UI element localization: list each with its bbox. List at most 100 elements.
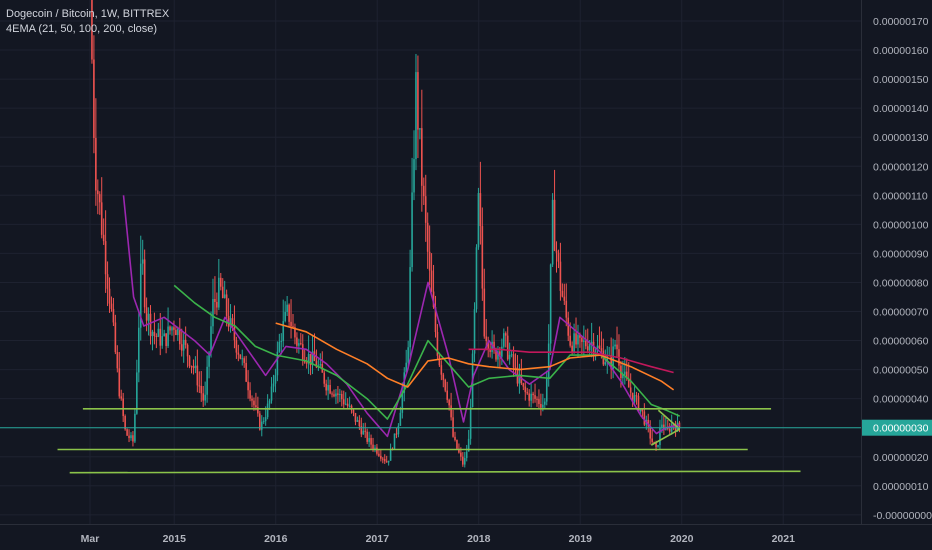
- candle-body: [378, 453, 380, 456]
- candle-body: [163, 333, 165, 337]
- candle-body: [147, 313, 150, 321]
- candle-body: [399, 412, 402, 426]
- candle-body: [561, 290, 564, 297]
- candle-body: [325, 383, 327, 391]
- candle-body: [286, 304, 288, 312]
- candle-body: [409, 267, 411, 348]
- candle-body: [288, 304, 290, 322]
- candle-body: [633, 395, 636, 402]
- candle-body: [280, 341, 283, 343]
- candle-body: [506, 335, 509, 360]
- candle-body: [456, 440, 458, 449]
- time-tick-label: 2018: [467, 533, 491, 545]
- candle-body: [118, 368, 121, 397]
- candle-body: [200, 385, 203, 394]
- candle-body: [169, 326, 171, 331]
- candle-body: [389, 448, 392, 461]
- candle-body: [387, 460, 390, 463]
- price-chart[interactable]: 0.00000170 0.00000160 0.00000150 0.00000140…: [0, 0, 932, 550]
- candle-body: [547, 343, 550, 379]
- candle-body: [188, 356, 191, 367]
- current-price-label: 0.00000030: [873, 423, 929, 435]
- candle-body: [534, 395, 536, 399]
- time-tick-label: 2021: [772, 533, 796, 545]
- candle-body: [251, 398, 253, 401]
- candle-body: [270, 386, 273, 401]
- candle-body: [604, 362, 607, 365]
- candle-body: [171, 327, 173, 331]
- candle-body: [237, 352, 240, 355]
- price-tick-label: 0.00000120: [873, 161, 929, 173]
- candle-body: [184, 339, 187, 345]
- candle-body: [477, 193, 480, 248]
- candle-body: [577, 335, 579, 345]
- price-tick-label: 0.00000060: [873, 336, 929, 348]
- candle-body: [243, 358, 246, 363]
- candle-body: [153, 331, 156, 336]
- candle-body: [339, 394, 341, 396]
- candle-body: [282, 321, 285, 342]
- candle-body: [411, 192, 413, 268]
- candle-body: [542, 404, 544, 408]
- candle-body: [159, 328, 162, 346]
- candle-body: [149, 313, 152, 337]
- candle-body: [180, 344, 183, 351]
- price-tick-label: 0.00000040: [873, 394, 929, 406]
- candle-body: [290, 321, 292, 327]
- candle-body: [635, 395, 638, 397]
- candle-body: [444, 379, 447, 391]
- candle-body: [305, 362, 308, 364]
- price-tick-label: 0.00000140: [873, 103, 929, 115]
- candle-body: [223, 294, 226, 298]
- candle-body: [182, 339, 185, 351]
- candle-body: [167, 326, 169, 346]
- candle-body: [657, 445, 659, 447]
- candle-body: [225, 294, 228, 316]
- candle-body: [393, 433, 396, 449]
- candle-body: [538, 399, 540, 404]
- candle-body: [110, 303, 113, 309]
- candle-body: [120, 396, 123, 399]
- candle-body: [249, 390, 251, 399]
- candle-body: [298, 343, 300, 346]
- candle-body: [469, 407, 472, 439]
- candle-body: [651, 438, 653, 442]
- candle-body: [473, 309, 476, 354]
- candle-body: [614, 344, 616, 347]
- candle-body: [526, 392, 529, 394]
- candle-body: [510, 354, 513, 356]
- candle-body: [415, 72, 417, 160]
- candle-body: [106, 274, 109, 289]
- candle-body: [272, 383, 275, 387]
- candle-body: [584, 340, 587, 347]
- candle-body: [545, 378, 548, 402]
- candle-body: [173, 327, 175, 330]
- price-tick-label: 0.00000100: [873, 219, 929, 231]
- candle-body: [157, 328, 160, 337]
- candle-body: [245, 362, 247, 382]
- candle-body: [374, 447, 376, 449]
- candle-body: [479, 193, 482, 227]
- candle-body: [319, 364, 322, 366]
- candle-body: [581, 337, 583, 342]
- candle-body: [616, 344, 618, 350]
- candle-body: [216, 301, 218, 308]
- candle-body: [368, 438, 370, 442]
- candle-body: [262, 421, 265, 423]
- candle-body: [512, 354, 515, 368]
- candle-body: [218, 277, 220, 308]
- candle-body: [407, 347, 409, 363]
- candle-body: [132, 435, 134, 442]
- candle-body: [428, 251, 431, 271]
- candle-body: [385, 461, 388, 463]
- candle-body: [586, 346, 589, 351]
- candle-body: [206, 366, 208, 395]
- indicator-label: 4EMA (21, 50, 100, 200, close): [6, 23, 158, 35]
- candle-body: [214, 299, 216, 302]
- candle-body: [151, 331, 154, 337]
- candle-body: [346, 403, 349, 406]
- candle-body: [278, 341, 281, 352]
- candle-body: [239, 354, 242, 359]
- candle-body: [136, 372, 138, 414]
- candle-body: [342, 399, 345, 405]
